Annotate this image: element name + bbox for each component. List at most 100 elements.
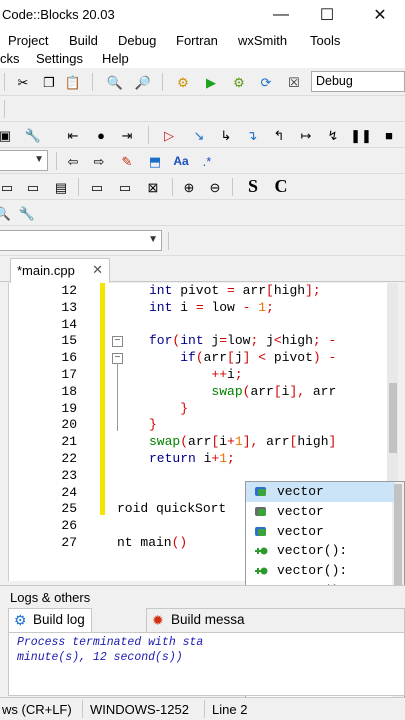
build-run-icon[interactable]: ⚙: [230, 73, 248, 91]
close-icon[interactable]: ✕: [92, 262, 103, 278]
autocomplete-item[interactable]: vector: [246, 522, 394, 542]
stop-icon[interactable]: ■: [380, 126, 398, 144]
autocomplete-item[interactable]: vector: [246, 502, 394, 522]
line-number: 24: [61, 484, 77, 500]
zoom-in-icon[interactable]: ⊕: [180, 178, 198, 196]
find-icon[interactable]: 🔍: [106, 73, 124, 91]
toolbar-separator: [172, 178, 173, 196]
line-number: 25: [61, 501, 77, 517]
nav-forward-icon[interactable]: ⇨: [90, 152, 108, 170]
status-position: Line 2: [212, 702, 248, 717]
tab-label: *main.cpp: [17, 263, 75, 278]
wrench-icon[interactable]: 🔧: [24, 126, 42, 144]
menu-fortran[interactable]: Fortran: [176, 33, 218, 48]
step-into-icon[interactable]: ↴: [243, 126, 261, 144]
block-lines-icon[interactable]: ▤: [52, 178, 70, 196]
build-gear-icon[interactable]: ⚙: [174, 73, 192, 91]
build-log-output[interactable]: Process terminated with sta minute(s), 1…: [8, 632, 405, 696]
method-icon: [254, 565, 268, 577]
menu-help[interactable]: Help: [102, 51, 129, 66]
next-instruction-icon[interactable]: ↦: [297, 126, 315, 144]
fold-toggle-icon[interactable]: −: [112, 353, 123, 365]
autocomplete-item[interactable]: vector: [246, 482, 394, 502]
debug-window-icon[interactable]: ▣: [0, 126, 14, 144]
cut-icon[interactable]: ✂: [14, 73, 32, 91]
maximize-button[interactable]: ☐: [304, 0, 350, 30]
step-instruction-icon[interactable]: ↯: [324, 126, 342, 144]
block-line-icon[interactable]: ▭: [24, 178, 42, 196]
nav-back-icon[interactable]: ⇦: [64, 152, 82, 170]
code-line: swap(arr[i+1], arr[high]: [149, 434, 337, 450]
line-number: 20: [61, 417, 77, 433]
autocomplete-item[interactable]: vector():: [246, 561, 394, 581]
pause-icon[interactable]: ❚❚: [350, 126, 372, 144]
code-line: return i+1;: [149, 451, 235, 466]
menu-wxsmith[interactable]: wxSmith: [238, 33, 287, 48]
menu-plugins[interactable]: cks: [0, 51, 20, 66]
build-target-select[interactable]: Debug: [311, 71, 405, 92]
bookmark-icon[interactable]: ⬒: [146, 152, 164, 170]
breakpoint-icon[interactable]: ●: [92, 126, 110, 144]
search-icon[interactable]: 🔍: [0, 204, 12, 222]
scope-select[interactable]: ▼: [0, 150, 48, 171]
copy-icon[interactable]: ❐: [40, 73, 58, 91]
regex-icon[interactable]: .*: [198, 152, 216, 170]
autocomplete-item-label: vector():: [277, 543, 348, 559]
line-number: 15: [61, 333, 77, 349]
tab-build-messages[interactable]: ✹ Build messa: [146, 608, 405, 632]
debug-start-icon[interactable]: ▷: [160, 126, 178, 144]
highlight-icon[interactable]: ✎: [118, 152, 136, 170]
scope-combo[interactable]: ▼: [0, 230, 162, 251]
step-out-icon[interactable]: ↰: [270, 126, 288, 144]
line-number: 16: [61, 350, 77, 366]
code-line: if(arr[j] < pivot) -: [149, 350, 337, 366]
zoom-out-icon[interactable]: ⊖: [206, 178, 224, 196]
autocomplete-item[interactable]: vector():: [246, 541, 394, 561]
code-completion-toolbar: ▼: [0, 226, 405, 256]
code-line: }: [149, 400, 189, 416]
logs-panel: Logs & others ⚙ Build log ✹ Build messa …: [0, 585, 405, 696]
code-line: int i = low - 1;: [149, 299, 274, 315]
next-line-icon[interactable]: ↳: [217, 126, 235, 144]
menu-project[interactable]: Project: [8, 33, 48, 48]
fold-toggle-icon[interactable]: −: [112, 336, 123, 348]
menu-debug[interactable]: Debug: [118, 33, 156, 48]
paste-icon[interactable]: 📋: [64, 73, 82, 91]
step-forward-icon[interactable]: ⇥: [118, 126, 136, 144]
rebuild-icon[interactable]: ⟳: [257, 73, 275, 91]
status-separator: [82, 700, 83, 718]
c-letter-icon[interactable]: C: [272, 177, 290, 195]
step-back-icon[interactable]: ⇤: [64, 126, 82, 144]
status-bar: ws (CR+LF) WINDOWS-1252 Line 2: [0, 697, 405, 720]
block-icon[interactable]: ▭: [0, 178, 16, 196]
close-button[interactable]: ✕: [357, 0, 403, 30]
menu-settings[interactable]: Settings: [36, 51, 83, 66]
toolbar-strip: [0, 96, 405, 122]
run-icon[interactable]: ▶: [202, 73, 220, 91]
autocomplete-item-label: vector: [277, 484, 324, 499]
line-number: 14: [61, 316, 77, 332]
change-bar: [100, 283, 105, 515]
code-line: roid quickSort: [117, 501, 227, 517]
toolbar-separator: [4, 100, 5, 118]
match-case-icon[interactable]: Aa: [172, 152, 190, 170]
menu-build[interactable]: Build: [69, 33, 98, 48]
search-toolbar: 🔍 🔧: [0, 200, 405, 226]
frame-icon[interactable]: ▭: [88, 178, 106, 196]
tab-build-log[interactable]: ⚙ Build log: [8, 608, 92, 632]
tab-main-cpp[interactable]: *main.cpp ✕: [10, 258, 110, 283]
class-icon: [254, 486, 268, 498]
method-icon: [254, 545, 268, 557]
log-line: Process terminated with sta: [17, 636, 204, 649]
replace-icon[interactable]: 🔎: [134, 73, 152, 91]
s-letter-icon[interactable]: S: [244, 177, 262, 195]
wrench-icon[interactable]: 🔧: [18, 204, 36, 222]
frame-tag-icon[interactable]: ⊠: [144, 178, 162, 196]
minimize-button[interactable]: —: [258, 0, 304, 30]
frame-alt-icon[interactable]: ▭: [116, 178, 134, 196]
scrollbar-thumb[interactable]: [389, 383, 397, 453]
editor-tabs: *main.cpp ✕: [0, 256, 405, 283]
abort-icon[interactable]: ☒: [285, 73, 303, 91]
run-to-cursor-icon[interactable]: ↘: [190, 126, 208, 144]
menu-tools[interactable]: Tools: [310, 33, 340, 48]
